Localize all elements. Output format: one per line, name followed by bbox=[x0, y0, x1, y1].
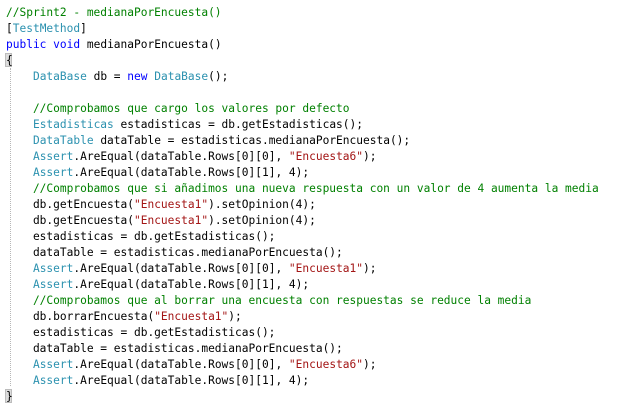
code-token: Assert bbox=[32, 262, 74, 275]
code-line[interactable]: dataTable = estadisticas.medianaPorEncue… bbox=[6, 245, 343, 261]
code-editor[interactable]: //Sprint2 - medianaPorEncuesta() [TestMet… bbox=[0, 0, 640, 410]
code-token: DataBase bbox=[32, 70, 87, 83]
code-token: } bbox=[6, 390, 13, 403]
code-token: .AreEqual(dataTable.Rows[0][0], bbox=[73, 358, 289, 371]
code-token: new bbox=[127, 70, 148, 83]
code-line[interactable]: Assert.AreEqual(dataTable.Rows[0][1], 4)… bbox=[6, 373, 309, 389]
code-token: "Encuesta1" bbox=[154, 310, 229, 323]
code-token: ).setOpinion(4); bbox=[208, 198, 316, 211]
code-token: "Encuesta1" bbox=[133, 198, 209, 211]
code-token: TestMethod bbox=[12, 22, 81, 35]
code-token: [ bbox=[6, 22, 13, 35]
code-token: "Encuesta1" bbox=[288, 262, 364, 275]
code-token: DataTable bbox=[32, 134, 94, 147]
code-line[interactable]: DataTable dataTable = estadisticas.media… bbox=[6, 133, 410, 149]
code-line[interactable]: Estadisticas estadisticas = db.getEstadi… bbox=[6, 117, 363, 133]
code-token: Assert bbox=[32, 278, 74, 291]
code-token: ] bbox=[80, 22, 87, 35]
code-line[interactable]: [TestMethod] bbox=[6, 21, 87, 37]
code-line[interactable]: db.getEncuesta("Encuesta1").setOpinion(4… bbox=[6, 197, 316, 213]
code-token: estadisticas = db.getEstadisticas(); bbox=[6, 230, 276, 243]
code-line[interactable]: Assert.AreEqual(dataTable.Rows[0][1], 4)… bbox=[6, 165, 309, 181]
code-token: Assert bbox=[32, 150, 74, 163]
code-line[interactable]: Assert.AreEqual(dataTable.Rows[0][0], "E… bbox=[6, 149, 377, 165]
code-token: .AreEqual(dataTable.Rows[0][0], bbox=[73, 262, 289, 275]
code-token: Assert bbox=[32, 358, 74, 371]
code-token: { bbox=[6, 54, 13, 67]
code-token: .AreEqual(dataTable.Rows[0][1], 4); bbox=[73, 278, 310, 291]
code-token: .AreEqual(dataTable.Rows[0][0], bbox=[73, 150, 289, 163]
code-token: ); bbox=[363, 262, 377, 275]
code-line[interactable]: { bbox=[6, 53, 13, 69]
code-line[interactable]: Assert.AreEqual(dataTable.Rows[0][0], "E… bbox=[6, 357, 377, 373]
code-line[interactable]: //Comprobamos que cargo los valores por … bbox=[6, 101, 350, 117]
code-line[interactable]: estadisticas = db.getEstadisticas(); bbox=[6, 325, 275, 341]
code-token: (); bbox=[208, 70, 229, 83]
code-line[interactable]: public void medianaPorEncuesta() bbox=[6, 37, 222, 53]
code-token: medianaPorEncuesta() bbox=[80, 38, 222, 51]
code-token: "Encuesta6" bbox=[288, 358, 364, 371]
code-token: void bbox=[53, 38, 81, 51]
code-token: dataTable = estadisticas.medianaPorEncue… bbox=[6, 246, 343, 259]
code-token: ); bbox=[228, 310, 242, 323]
code-token: DataBase bbox=[154, 70, 209, 83]
code-token: Assert bbox=[32, 166, 74, 179]
code-line[interactable]: db.borrarEncuesta("Encuesta1"); bbox=[6, 309, 242, 325]
code-line[interactable]: //Comprobamos que si añadimos una nueva … bbox=[6, 181, 599, 197]
code-line[interactable]: DataBase db = new DataBase(); bbox=[6, 69, 228, 85]
code-token: "Encuesta6" bbox=[288, 150, 364, 163]
code-token: ); bbox=[363, 150, 377, 163]
code-token: db.borrarEncuesta( bbox=[6, 310, 155, 323]
code-token: .AreEqual(dataTable.Rows[0][1], 4); bbox=[73, 374, 310, 387]
code-line[interactable]: estadisticas = db.getEstadisticas(); bbox=[6, 229, 275, 245]
code-line[interactable]: db.getEncuesta("Encuesta1").setOpinion(4… bbox=[6, 213, 316, 229]
code-token: estadisticas = db.getEstadisticas(); bbox=[6, 326, 276, 339]
code-token: ); bbox=[363, 358, 377, 371]
code-token: Assert bbox=[32, 374, 74, 387]
code-token: dataTable = estadisticas.medianaPorEncue… bbox=[6, 342, 343, 355]
code-token: //Comprobamos que cargo los valores por … bbox=[6, 102, 350, 115]
code-token: .AreEqual(dataTable.Rows[0][1], 4); bbox=[73, 166, 310, 179]
code-token: db.getEncuesta( bbox=[6, 214, 134, 227]
code-token: public bbox=[6, 38, 47, 51]
code-line[interactable]: Assert.AreEqual(dataTable.Rows[0][0], "E… bbox=[6, 261, 377, 277]
code-token: db = bbox=[86, 70, 128, 83]
code-line[interactable]: dataTable = estadisticas.medianaPorEncue… bbox=[6, 341, 343, 357]
code-token: Estadisticas bbox=[32, 118, 114, 131]
code-token: //Sprint2 - medianaPorEncuesta() bbox=[6, 6, 222, 19]
code-token: //Comprobamos que al borrar una encuesta… bbox=[6, 294, 532, 307]
code-token: dataTable = estadisticas.medianaPorEncue… bbox=[93, 134, 411, 147]
code-line[interactable]: //Sprint2 - medianaPorEncuesta() bbox=[6, 5, 222, 21]
code-token: ).setOpinion(4); bbox=[208, 214, 316, 227]
code-token: estadisticas = db.getEstadisticas(); bbox=[113, 118, 363, 131]
code-token: db.getEncuesta( bbox=[6, 198, 134, 211]
code-line[interactable]: Assert.AreEqual(dataTable.Rows[0][1], 4)… bbox=[6, 277, 309, 293]
code-token: "Encuesta1" bbox=[133, 214, 209, 227]
code-token: //Comprobamos que si añadimos una nueva … bbox=[6, 182, 599, 195]
code-line[interactable]: } bbox=[6, 389, 13, 405]
code-line[interactable]: //Comprobamos que al borrar una encuesta… bbox=[6, 293, 531, 309]
